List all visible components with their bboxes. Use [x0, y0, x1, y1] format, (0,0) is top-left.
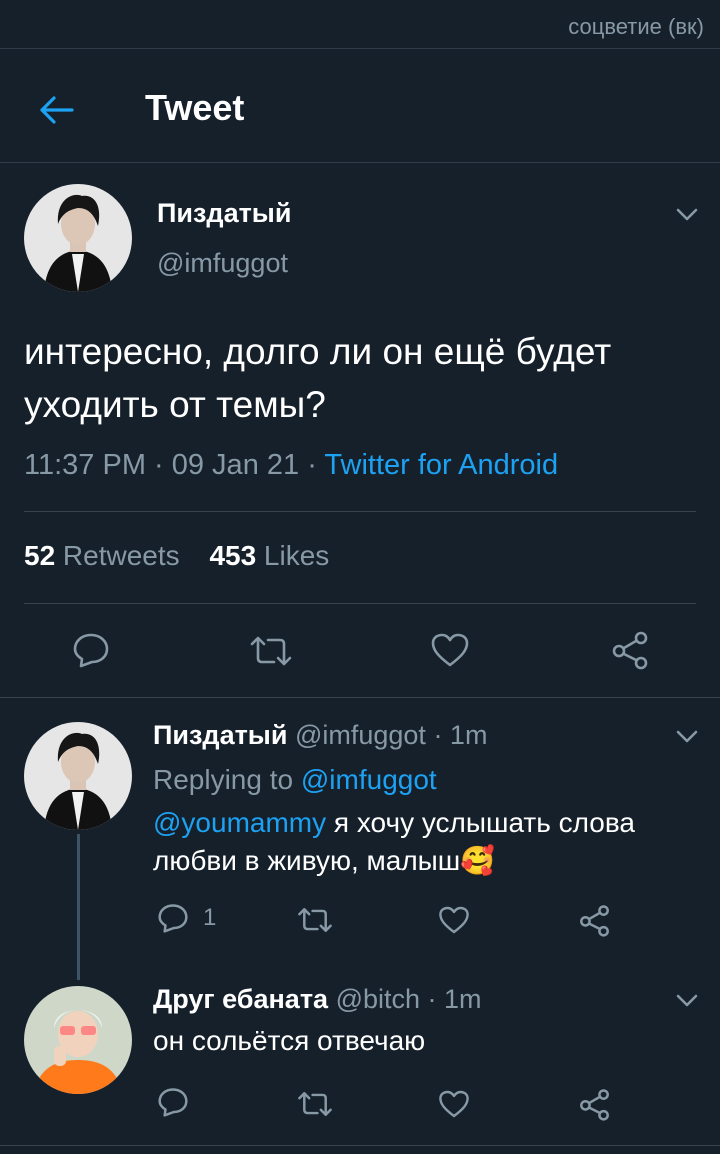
- retweets-label: Retweets: [55, 540, 180, 571]
- tweet-source-link[interactable]: Twitter for Android: [324, 449, 558, 481]
- reply-icon: [158, 904, 188, 933]
- chevron-down-icon: [676, 994, 698, 1007]
- retweet-button[interactable]: [248, 634, 294, 668]
- watermark-text: соцветие (вк): [568, 14, 704, 39]
- avatar[interactable]: [24, 722, 132, 830]
- top-divider: [0, 48, 720, 49]
- like-icon: [439, 1090, 469, 1118]
- retweet-button[interactable]: [296, 1090, 334, 1118]
- reply-icon: [73, 633, 109, 668]
- replying-handle-link[interactable]: @imfuggot: [301, 764, 437, 795]
- retweet-icon: [298, 908, 332, 932]
- share-icon: [580, 1089, 609, 1121]
- thread-line: [77, 834, 80, 980]
- reply-menu-button[interactable]: [672, 722, 702, 752]
- like-icon: [439, 906, 469, 934]
- share-button[interactable]: [578, 904, 611, 937]
- retweets-stat[interactable]: 52 Retweets: [24, 540, 180, 571]
- back-button[interactable]: [34, 88, 78, 132]
- retweet-icon: [250, 636, 292, 666]
- retweet-button[interactable]: [296, 906, 334, 934]
- tweet-timestamp: 11:37 PM · 09 Jan 21 ·: [24, 449, 325, 481]
- reply-button[interactable]: [72, 632, 110, 668]
- share-button[interactable]: [610, 630, 650, 670]
- likes-stat[interactable]: 453 Likes: [209, 540, 329, 571]
- likes-count: 453: [209, 540, 257, 571]
- reply-author-meta: @bitch · 1m: [328, 984, 482, 1014]
- avatar[interactable]: [24, 986, 132, 1094]
- share-icon: [612, 631, 648, 670]
- reply-author-name[interactable]: Пиздатый: [153, 720, 287, 750]
- author-name[interactable]: Пиздатый: [157, 198, 291, 229]
- tweet-meta: 11:37 PM · 09 Jan 21 · Twitter for Andro…: [24, 449, 558, 482]
- tweet-stats: 52 Retweets 453 Likes: [24, 540, 329, 572]
- like-button[interactable]: [430, 632, 470, 668]
- like-button[interactable]: [438, 905, 470, 935]
- reply-text: он сольётся отвечаю: [153, 1025, 426, 1056]
- reply-button[interactable]: [157, 1087, 189, 1117]
- reply-icon: [158, 1088, 188, 1117]
- smiling-face-hearts-emoji: 🥰: [460, 845, 496, 876]
- reply-author-name[interactable]: Друг ебаната: [153, 984, 328, 1014]
- reply-button[interactable]: 1: [157, 903, 216, 933]
- reply-menu-button[interactable]: [672, 986, 702, 1016]
- divider: [0, 697, 720, 698]
- divider: [24, 603, 696, 604]
- mention-link[interactable]: @youmammy: [153, 807, 326, 838]
- header-divider: [0, 162, 720, 163]
- tweet-menu-button[interactable]: [672, 200, 702, 230]
- like-icon: [431, 633, 469, 667]
- chevron-down-icon: [676, 208, 698, 221]
- chevron-down-icon: [676, 730, 698, 743]
- replying-to: Replying to @imfuggot: [153, 764, 437, 796]
- reply-text: @youmammy я хочу услышать слова любви в …: [153, 804, 693, 880]
- likes-label: Likes: [256, 540, 330, 571]
- tweet-text: интересно, долго ли он ещё будет уходить…: [24, 331, 612, 425]
- page-title: Tweet: [145, 87, 245, 128]
- reply-header: Друг ебаната @bitch · 1m: [153, 984, 482, 1015]
- back-arrow-icon: [40, 96, 74, 124]
- author-handle[interactable]: @imfuggot: [157, 248, 288, 279]
- divider: [24, 511, 696, 512]
- header: Tweet: [0, 60, 720, 160]
- avatar[interactable]: [24, 184, 132, 292]
- reply-header: Пиздатый @imfuggot · 1m: [153, 720, 487, 751]
- reply-author-meta: @imfuggot · 1m: [287, 720, 488, 750]
- replying-prefix: Replying to: [153, 764, 301, 795]
- divider: [0, 1145, 720, 1146]
- like-button[interactable]: [438, 1089, 470, 1119]
- retweets-count: 52: [24, 540, 56, 571]
- retweet-icon: [298, 1092, 332, 1116]
- share-button[interactable]: [578, 1088, 611, 1121]
- reply-count: 1: [203, 904, 217, 931]
- share-icon: [580, 905, 609, 937]
